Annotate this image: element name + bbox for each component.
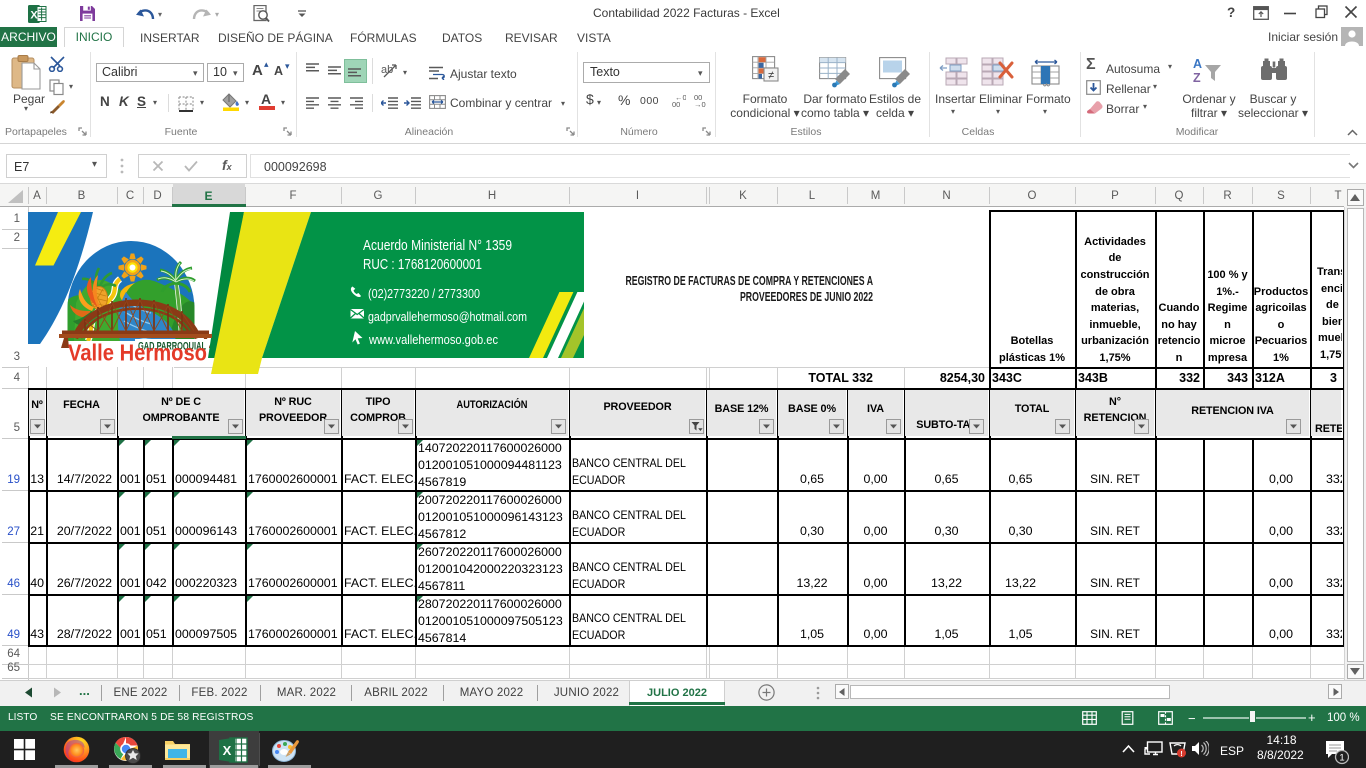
svg-text:Acuerdo Ministerial N° 1359: Acuerdo Ministerial N° 1359 (363, 238, 512, 254)
svg-text:→0: →0 (694, 100, 706, 108)
svg-text:X: X (223, 743, 232, 758)
svg-text:X: X (30, 10, 38, 22)
svg-text:RUC : 1768120600001: RUC : 1768120600001 (363, 257, 482, 273)
svg-text:!: ! (1180, 751, 1182, 758)
svg-text:00: 00 (672, 100, 680, 108)
svg-text:gadprvallehermoso@hotmail.com: gadprvallehermoso@hotmail.com (368, 310, 527, 324)
svg-text:≠: ≠ (768, 70, 774, 82)
svg-text:www.vallehermoso.gob.ec: www.vallehermoso.gob.ec (368, 333, 498, 347)
svg-text:(02)2773220 / 2773300: (02)2773220 / 2773300 (368, 287, 480, 301)
svg-text:Valle Hermoso: Valle Hermoso (68, 340, 207, 366)
svg-text:Z: Z (1193, 71, 1201, 84)
svg-text:1: 1 (1339, 753, 1344, 764)
svg-text:A: A (1193, 57, 1202, 71)
